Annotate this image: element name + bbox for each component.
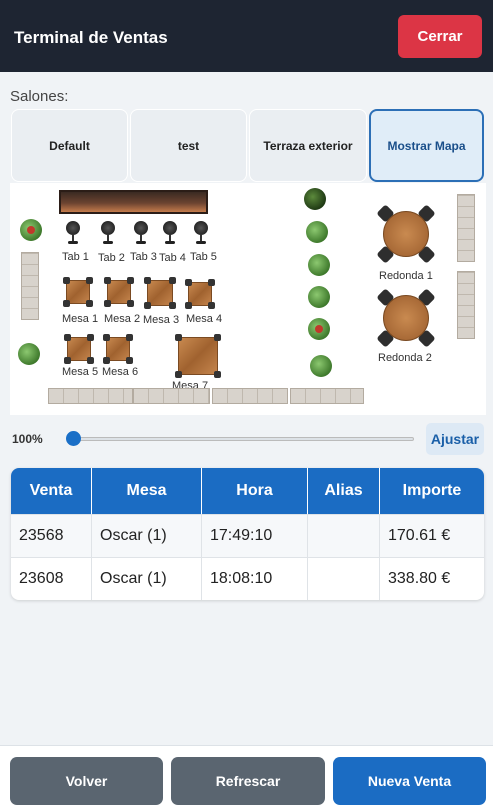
back-button[interactable]: Volver bbox=[10, 757, 163, 805]
tab-mostrar-mapa[interactable]: Mostrar Mapa bbox=[369, 109, 484, 182]
cell-importe: 338.80 € bbox=[380, 557, 484, 600]
wall bbox=[21, 252, 39, 320]
plant-icon bbox=[308, 318, 330, 340]
plant-icon bbox=[18, 343, 40, 365]
table-row[interactable]: 23568 Oscar (1) 17:49:10 170.61 € bbox=[11, 514, 484, 557]
table-label: Mesa 6 bbox=[102, 366, 139, 378]
column-header-hora[interactable]: Hora bbox=[202, 468, 308, 514]
table-mesa-6[interactable] bbox=[103, 334, 133, 364]
cell-importe: 170.61 € bbox=[380, 514, 484, 557]
table-header-row: Venta Mesa Hora Alias Importe bbox=[11, 468, 484, 514]
cell-mesa: Oscar (1) bbox=[92, 557, 202, 600]
table-row[interactable]: 23608 Oscar (1) 18:08:10 338.80 € bbox=[11, 557, 484, 600]
cell-mesa: Oscar (1) bbox=[92, 514, 202, 557]
stool-tab-1[interactable] bbox=[65, 221, 81, 245]
cell-alias bbox=[308, 514, 380, 557]
table-label: Mesa 1 bbox=[62, 313, 99, 325]
table-mesa-2[interactable] bbox=[104, 277, 134, 307]
app-title: Terminal de Ventas bbox=[14, 28, 168, 47]
cell-hora: 18:08:10 bbox=[202, 557, 308, 600]
table-label: Redonda 2 bbox=[378, 352, 432, 364]
fit-button[interactable]: Ajustar bbox=[426, 423, 484, 455]
table-label: Mesa 2 bbox=[104, 313, 141, 325]
refresh-button[interactable]: Refrescar bbox=[171, 757, 325, 805]
table-mesa-5[interactable] bbox=[64, 334, 94, 364]
plant-icon bbox=[308, 254, 330, 276]
table-redonda-2[interactable] bbox=[376, 288, 436, 348]
tab-test[interactable]: test bbox=[130, 109, 247, 182]
table-mesa-4[interactable] bbox=[185, 279, 215, 309]
zoom-level: 100% bbox=[12, 432, 43, 446]
wall bbox=[48, 388, 133, 404]
plant-icon bbox=[306, 221, 328, 243]
stool-label: Tab 5 bbox=[190, 251, 217, 263]
stool-label: Tab 1 bbox=[62, 251, 89, 263]
stool-label: Tab 4 bbox=[159, 252, 186, 264]
wall bbox=[457, 194, 475, 262]
table-label: Mesa 5 bbox=[62, 366, 99, 378]
app-header: Terminal de Ventas Cerrar bbox=[0, 0, 493, 72]
stool-tab-4[interactable] bbox=[162, 221, 178, 245]
wall bbox=[457, 271, 475, 339]
table-mesa-1[interactable] bbox=[63, 277, 93, 307]
plant-icon bbox=[310, 355, 332, 377]
cell-hora: 17:49:10 bbox=[202, 514, 308, 557]
table-label: Mesa 3 bbox=[143, 314, 180, 326]
column-header-venta[interactable]: Venta bbox=[11, 468, 92, 514]
plant-icon bbox=[304, 188, 326, 210]
stool-label: Tab 3 bbox=[130, 251, 157, 263]
plant-icon bbox=[308, 286, 330, 308]
column-header-mesa[interactable]: Mesa bbox=[92, 468, 202, 514]
cell-venta: 23608 bbox=[11, 557, 92, 600]
new-sale-button[interactable]: Nueva Venta bbox=[333, 757, 486, 805]
wall bbox=[212, 388, 288, 404]
tab-default[interactable]: Default bbox=[11, 109, 128, 182]
zoom-slider[interactable] bbox=[72, 437, 414, 441]
table-mesa-7[interactable] bbox=[175, 334, 221, 378]
table-label: Redonda 1 bbox=[379, 270, 433, 282]
table-label: Mesa 4 bbox=[186, 313, 223, 325]
wall bbox=[290, 388, 364, 404]
plant-icon bbox=[20, 219, 42, 241]
cell-venta: 23568 bbox=[11, 514, 92, 557]
tab-terraza-exterior[interactable]: Terraza exterior bbox=[249, 109, 367, 182]
sales-table: Venta Mesa Hora Alias Importe 23568 Osca… bbox=[11, 468, 484, 600]
salones-label: Salones: bbox=[10, 88, 69, 105]
stool-label: Tab 2 bbox=[98, 252, 125, 264]
table-mesa-3[interactable] bbox=[144, 277, 176, 309]
stool-tab-2[interactable] bbox=[100, 221, 116, 245]
zoom-slider-thumb[interactable] bbox=[66, 431, 81, 446]
close-button[interactable]: Cerrar bbox=[398, 15, 482, 58]
wall bbox=[133, 388, 210, 404]
cell-alias bbox=[308, 557, 380, 600]
column-header-importe[interactable]: Importe bbox=[380, 468, 484, 514]
bar-counter bbox=[59, 190, 208, 214]
stool-tab-5[interactable] bbox=[193, 221, 209, 245]
floor-map[interactable]: Tab 1 Tab 2 Tab 3 Tab 4 Tab 5 Mesa 1 Mes… bbox=[10, 183, 486, 415]
column-header-alias[interactable]: Alias bbox=[308, 468, 380, 514]
table-redonda-1[interactable] bbox=[376, 204, 436, 264]
stool-tab-3[interactable] bbox=[133, 221, 149, 245]
